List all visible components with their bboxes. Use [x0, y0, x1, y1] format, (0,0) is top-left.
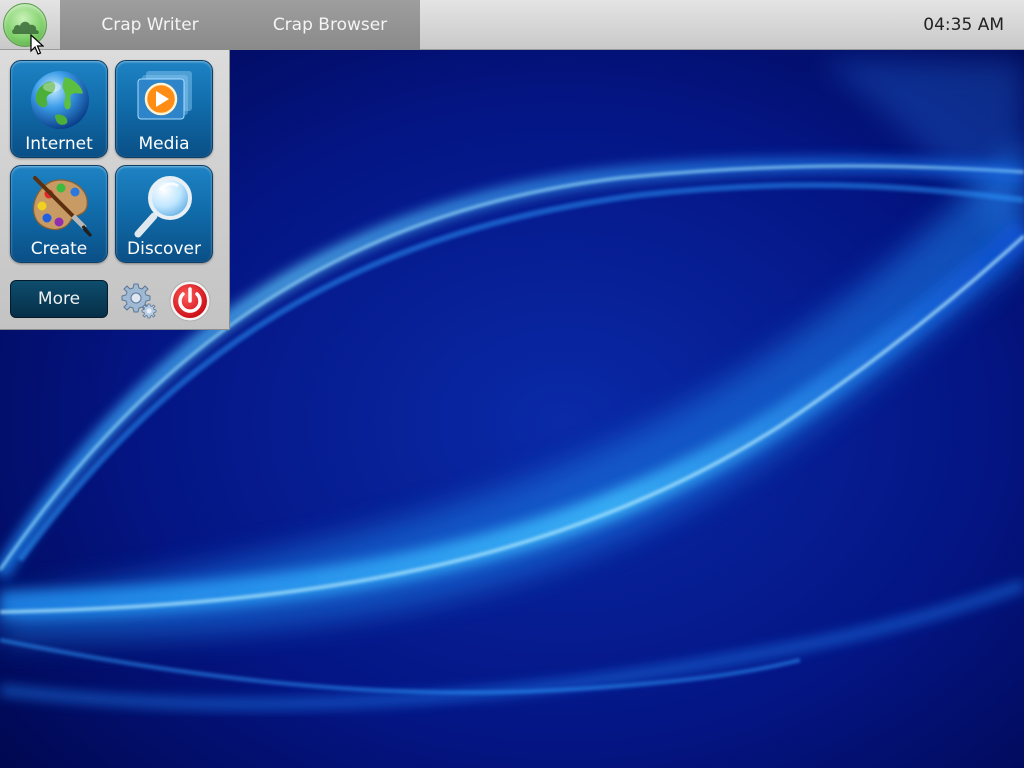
power-button[interactable] — [168, 279, 212, 323]
tile-label: Create — [30, 239, 88, 259]
power-icon — [169, 280, 211, 322]
gear-icon — [121, 283, 157, 319]
paint-palette-icon — [32, 176, 93, 238]
task-crap-browser[interactable]: Crap Browser — [240, 0, 420, 50]
more-button[interactable]: More — [10, 280, 108, 318]
tile-label: Media — [138, 134, 190, 154]
tile-label: Discover — [127, 239, 201, 259]
create-tile[interactable]: Create — [10, 165, 108, 263]
task-crap-writer[interactable]: Crap Writer — [60, 0, 240, 50]
clock[interactable]: 04:35 AM — [923, 0, 1004, 50]
discover-tile[interactable]: Discover — [115, 165, 213, 263]
magnifier-icon — [134, 176, 192, 238]
globe-icon — [31, 71, 89, 129]
launcher-menu: Internet Media Create Discover More — [0, 50, 230, 330]
top-panel: Crap Writer Crap Browser 04:35 AM — [0, 0, 1024, 50]
cloud-orb-icon — [3, 3, 47, 47]
tile-label: Internet — [25, 134, 93, 154]
media-play-icon — [137, 71, 192, 120]
start-menu-button[interactable] — [0, 0, 50, 50]
internet-tile[interactable]: Internet — [10, 60, 108, 158]
taskbar: Crap Writer Crap Browser — [60, 0, 420, 50]
media-tile[interactable]: Media — [115, 60, 213, 158]
settings-button[interactable] — [118, 280, 158, 320]
